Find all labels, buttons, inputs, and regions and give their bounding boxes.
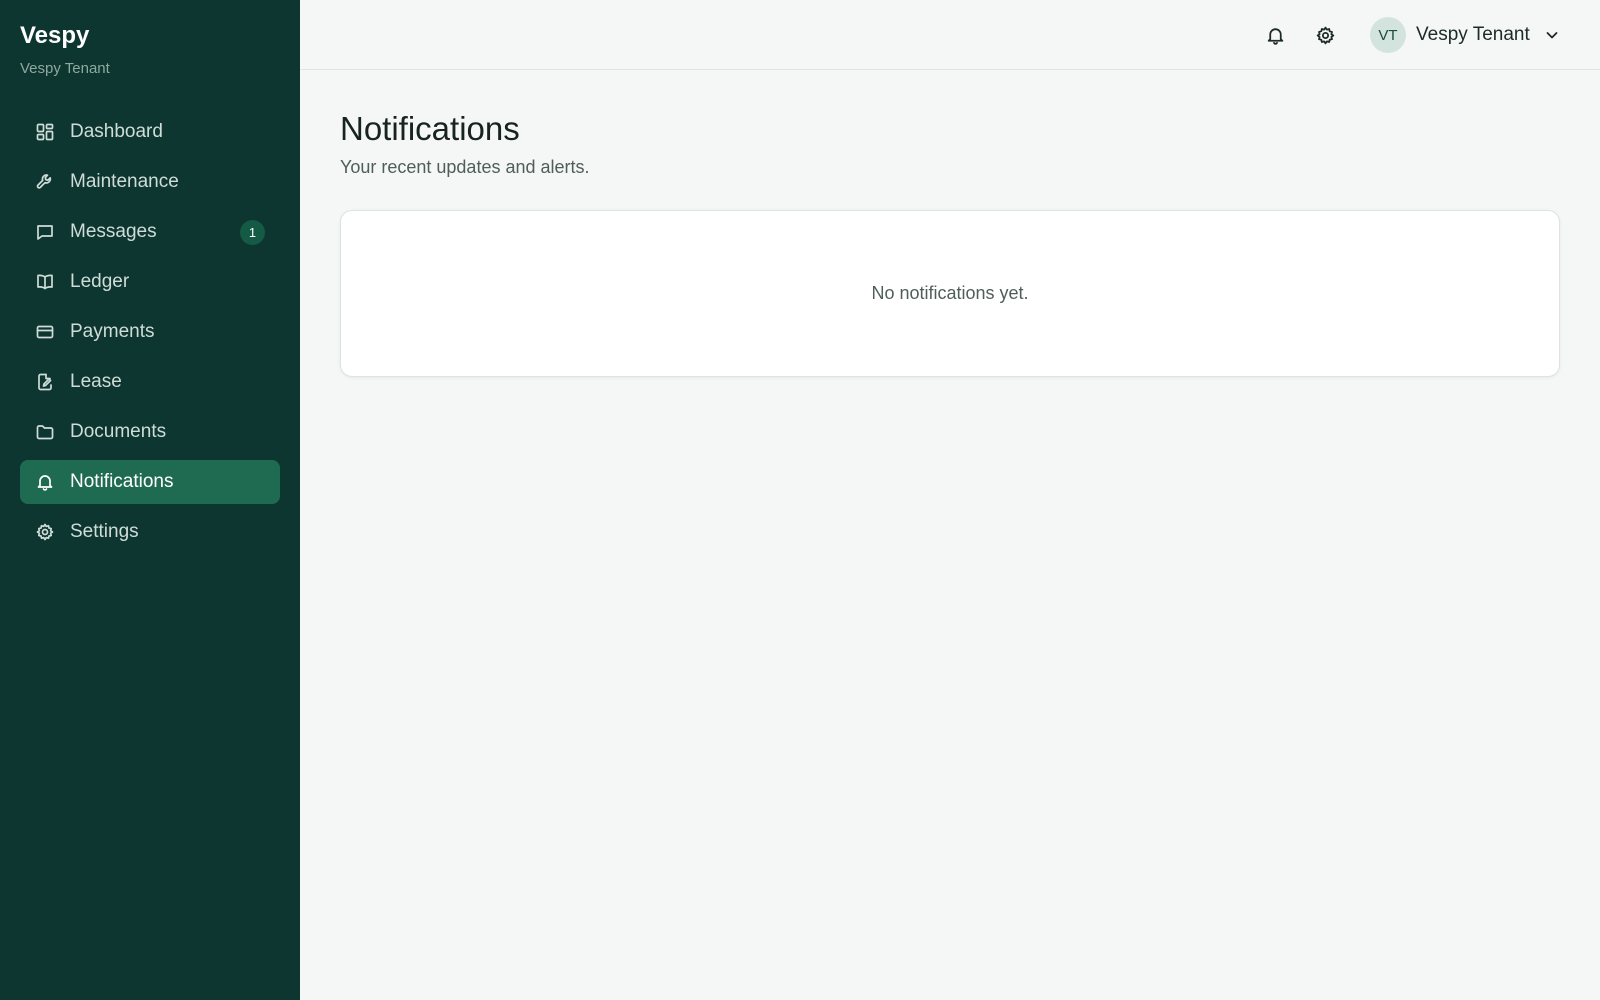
unread-badge: 1 [240,220,265,245]
sidebar-item-messages[interactable]: Messages 1 [20,210,280,254]
sidebar-item-notifications[interactable]: Notifications [20,460,280,504]
top-bar: VT Vespy Tenant [300,0,1600,70]
book-icon [35,272,55,292]
sidebar: Vespy Vespy Tenant Dashboard Maintenance… [0,0,300,1000]
brand-subtitle: Vespy Tenant [20,60,110,77]
sidebar-item-label: Dashboard [70,121,163,142]
sidebar-item-label: Settings [70,521,139,542]
folder-icon [35,422,55,442]
sidebar-item-documents[interactable]: Documents [20,410,280,454]
avatar: VT [1370,17,1406,53]
gear-icon [35,522,55,542]
sidebar-item-label: Messages [70,221,157,242]
brand-title: Vespy [20,22,90,49]
bell-icon[interactable] [1262,22,1288,48]
file-edit-icon [35,372,55,392]
user-menu[interactable]: VT Vespy Tenant [1370,17,1560,53]
sidebar-item-label: Ledger [70,271,130,292]
sidebar-item-maintenance[interactable]: Maintenance [20,160,280,204]
page-title: Notifications [340,110,520,147]
sidebar-item-label: Lease [70,371,122,392]
dashboard-icon [35,122,55,142]
sidebar-item-dashboard[interactable]: Dashboard [20,110,280,154]
sidebar-item-lease[interactable]: Lease [20,360,280,404]
credit-card-icon [35,322,55,342]
sidebar-item-label: Maintenance [70,171,179,192]
gear-icon[interactable] [1312,22,1338,48]
empty-state-message: No notifications yet. [871,283,1029,303]
sidebar-item-label: Payments [70,321,155,342]
chevron-down-icon [1544,27,1560,43]
user-name: Vespy Tenant [1416,24,1530,45]
sidebar-item-label: Documents [70,421,167,442]
message-icon [35,222,55,242]
sidebar-item-payments[interactable]: Payments [20,310,280,354]
sidebar-item-label: Notifications [70,471,174,492]
sidebar-item-settings[interactable]: Settings [20,510,280,554]
wrench-icon [35,172,55,192]
bell-icon [35,472,55,492]
sidebar-item-ledger[interactable]: Ledger [20,260,280,304]
sidebar-nav: Dashboard Maintenance Messages 1 Ledger [20,110,280,560]
notifications-card: No notifications yet. [340,210,1560,377]
page-subtitle: Your recent updates and alerts. [340,157,590,177]
